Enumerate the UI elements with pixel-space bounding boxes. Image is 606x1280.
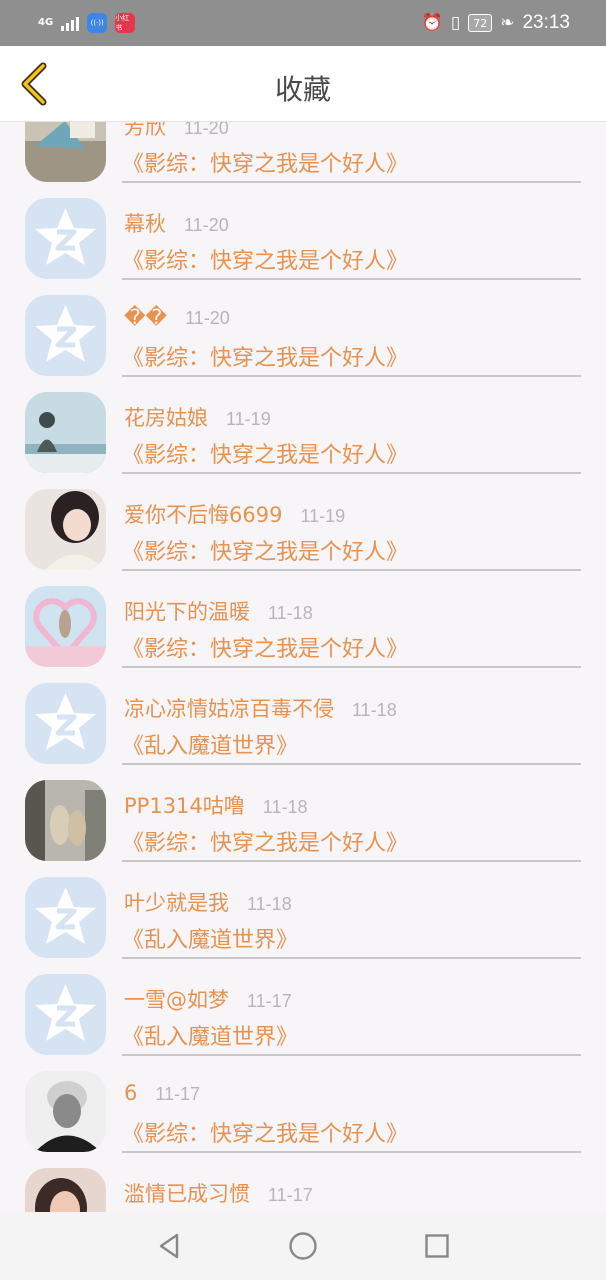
avatar[interactable] (25, 877, 106, 958)
divider (122, 569, 581, 571)
list-item[interactable]: 叶少就是我 11-18 《乱入魔道世界》 (0, 863, 606, 960)
avatar[interactable] (25, 489, 106, 570)
nav-recent-button[interactable] (415, 1224, 459, 1268)
avatar[interactable] (25, 198, 106, 279)
avatar[interactable] (25, 683, 106, 764)
navigation-bar (0, 1212, 606, 1280)
list-item[interactable]: 幕秋 11-20 《影综：快穿之我是个好人》 (0, 184, 606, 281)
book-title[interactable]: 《乱入魔道世界》 (122, 1019, 298, 1051)
book-title[interactable]: 《影综：快穿之我是个好人》 (122, 534, 408, 566)
favorite-date: 11-20 (185, 308, 230, 328)
avatar[interactable] (25, 122, 106, 182)
divider (122, 763, 581, 765)
avatar[interactable] (25, 586, 106, 667)
user-name[interactable]: �� (124, 305, 167, 329)
book-title[interactable]: 《乱入魔道世界》 (122, 728, 298, 760)
divider (122, 181, 581, 183)
favorite-date: 11-18 (247, 894, 292, 914)
avatar[interactable] (25, 1168, 106, 1212)
avatar[interactable] (25, 780, 106, 861)
user-name[interactable]: 一雪@如梦 (124, 984, 229, 1014)
favorites-list[interactable]: 芳欣 11-20 《影综：快穿之我是个好人》 幕秋 11-20 《影综：快穿之我是个好人》… (0, 122, 606, 1212)
list-item[interactable]: 阳光下的温暖 11-18 《影综：快穿之我是个好人》 (0, 572, 606, 669)
favorite-date: 11-18 (268, 603, 313, 623)
list-item[interactable]: 爱你不后悔6699 11-19 《影综：快穿之我是个好人》 (0, 475, 606, 572)
divider (122, 1054, 581, 1056)
list-item[interactable]: �� 11-20 《影综：快穿之我是个好人》 (0, 281, 606, 378)
divider (122, 666, 581, 668)
page-title: 收藏 (274, 73, 331, 106)
favorite-date: 11-17 (155, 1084, 201, 1104)
divider (122, 278, 581, 280)
list-item[interactable]: 花房姑娘 11-19 《影综：快穿之我是个好人》 (0, 378, 606, 475)
divider (122, 957, 581, 959)
book-title[interactable]: 《影综：快穿之我是个好人》 (122, 1116, 408, 1148)
list-item[interactable]: 芳欣 11-20 《影综：快穿之我是个好人》 (0, 122, 606, 184)
user-name[interactable]: 滥情已成习惯 (124, 1178, 250, 1208)
favorite-date: 11-20 (184, 122, 229, 138)
alarm-icon: ⏰ (421, 12, 443, 33)
favorite-date: 11-18 (352, 700, 397, 720)
book-title[interactable]: 《影综：快穿之我是个好人》 (122, 825, 408, 857)
nav-home-button[interactable] (281, 1224, 325, 1268)
list-item[interactable]: 一雪@如梦 11-17 《乱入魔道世界》 (0, 960, 606, 1057)
circle-home-icon (289, 1232, 317, 1260)
avatar[interactable] (25, 295, 106, 376)
divider (122, 472, 581, 474)
triangle-back-icon (159, 1233, 179, 1259)
user-name[interactable]: 花房姑娘 (124, 402, 208, 432)
user-name[interactable]: 幕秋 (124, 208, 166, 238)
avatar[interactable] (25, 392, 106, 473)
book-title[interactable]: 《影综：快穿之我是个好人》 (122, 146, 408, 178)
list-item[interactable]: PP1314咕噜 11-18 《影综：快穿之我是个好人》 (0, 766, 606, 863)
square-recent-icon (425, 1234, 449, 1258)
header: 收藏 (0, 46, 606, 122)
battery-indicator: 72 (468, 14, 493, 32)
book-title[interactable]: 《乱入魔道世界》 (122, 922, 298, 954)
list-item[interactable]: 滥情已成习惯 11-17 (0, 1154, 606, 1212)
favorite-date: 11-19 (226, 409, 271, 429)
avatar[interactable] (25, 1071, 106, 1152)
signal-icon (61, 15, 80, 31)
user-name[interactable]: 凉心凉情姑凉百毒不侵 (124, 693, 334, 723)
list-item[interactable]: 6 11-17 《影综：快穿之我是个好人》 (0, 1057, 606, 1154)
list-item[interactable]: 凉心凉情姑凉百毒不侵 11-18 《乱入魔道世界》 (0, 669, 606, 766)
user-name[interactable]: 6 (124, 1081, 137, 1105)
book-title[interactable]: 《影综：快穿之我是个好人》 (122, 243, 408, 275)
wifi-app-icon: ((·)) (87, 13, 108, 33)
app-notification-icon: 小红书 (115, 13, 136, 33)
book-title[interactable]: 《影综：快穿之我是个好人》 (122, 340, 408, 372)
favorite-date: 11-20 (184, 215, 229, 235)
favorite-date: 11-19 (300, 506, 346, 526)
clock: 23:13 (522, 12, 570, 33)
divider (122, 1151, 581, 1153)
nav-back-button[interactable] (147, 1224, 191, 1268)
vibrate-icon: ▯ (450, 12, 461, 33)
favorite-date: 11-18 (262, 797, 308, 817)
book-title[interactable]: 《影综：快穿之我是个好人》 (122, 631, 408, 663)
divider (122, 375, 581, 377)
divider (122, 860, 581, 862)
user-name[interactable]: PP1314咕噜 (124, 790, 245, 820)
user-name[interactable]: 芳欣 (124, 122, 166, 141)
avatar[interactable] (25, 974, 106, 1055)
user-name[interactable]: 阳光下的温暖 (124, 596, 250, 626)
book-title[interactable]: 《影综：快穿之我是个好人》 (122, 437, 408, 469)
favorite-date: 11-17 (268, 1185, 313, 1205)
status-bar: 4G ((·)) 小红书 ⏰ ▯ 72 ❧ 23:13 (0, 0, 606, 46)
leaf-icon: ❧ (500, 12, 515, 33)
user-name[interactable]: 叶少就是我 (124, 887, 229, 917)
user-name[interactable]: 爱你不后悔6699 (124, 499, 282, 529)
network-type: 4G (38, 17, 54, 28)
favorite-date: 11-17 (247, 991, 292, 1011)
